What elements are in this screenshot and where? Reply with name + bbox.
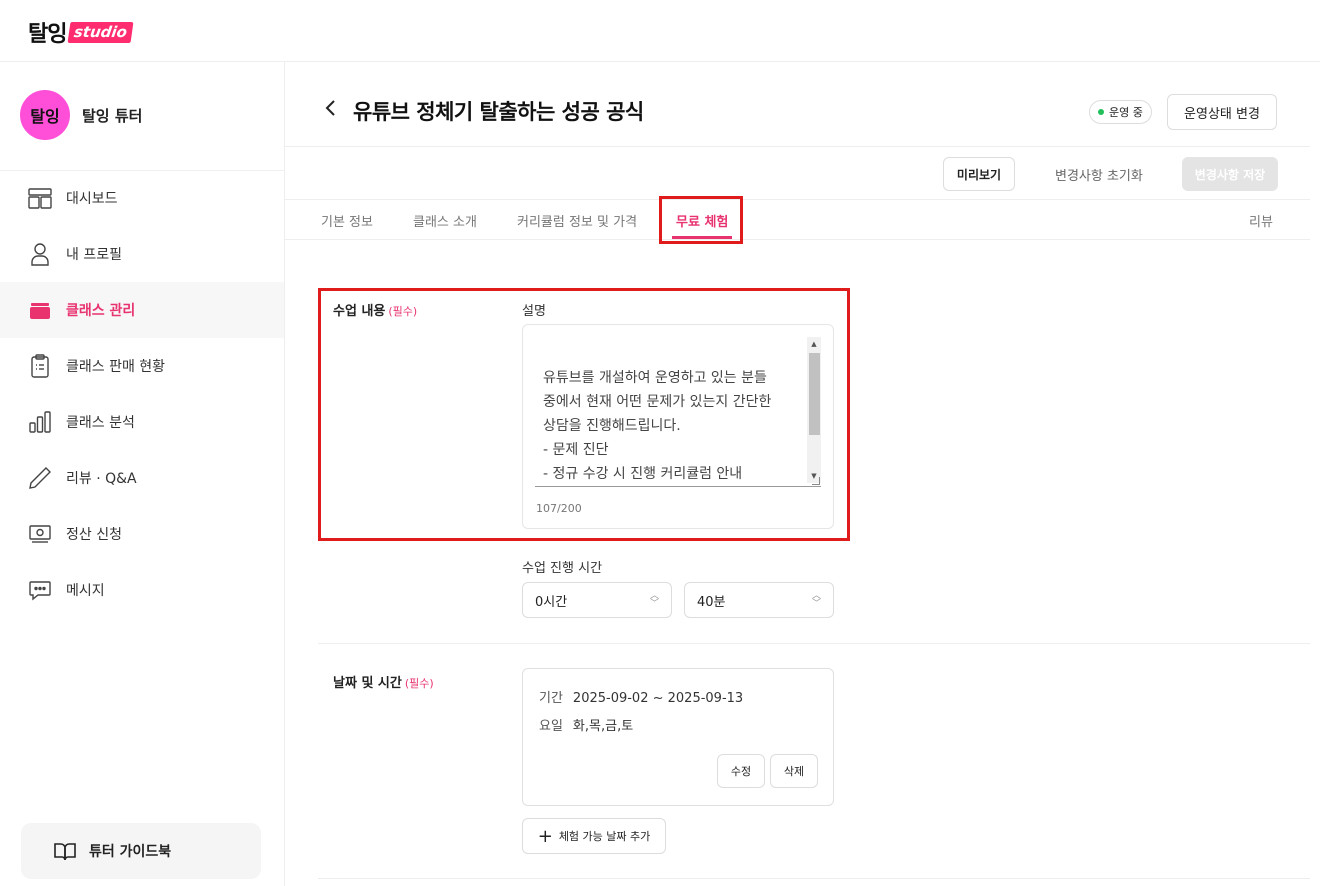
main-content: 유튜브 정체기 탈출하는 성공 공식 운영 중 운영상태 변경 미리보기 변경사… <box>285 62 1320 886</box>
plus-icon: + <box>537 825 553 847</box>
sidebar-item-label: 클래스 분석 <box>66 415 135 431</box>
preview-button[interactable]: 미리보기 <box>943 157 1015 191</box>
tab-basic-info[interactable]: 기본 정보 <box>321 211 373 230</box>
tab-bar: 기본 정보 클래스 소개 커리큘럼 정보 및 가격 무료 체험 리뷰 <box>285 200 1310 240</box>
tab-curriculum-price[interactable]: 커리큘럼 정보 및 가격 <box>517 211 637 230</box>
hours-value: 0시간 <box>535 594 568 610</box>
page-title: 유튜브 정체기 탈출하는 성공 공식 <box>353 100 644 124</box>
tab-review[interactable]: 리뷰 <box>1249 211 1273 230</box>
profile-name: 탈잉 튜터 <box>82 106 143 125</box>
sidebar-item-review-qna[interactable]: 리뷰 · Q&A <box>0 450 284 506</box>
clipboard-icon <box>28 354 52 378</box>
resize-handle-icon[interactable] <box>812 477 820 485</box>
folder-icon <box>28 298 52 322</box>
description-box: 유튜브를 개설하여 운영하고 있는 분들 중에서 현재 어떤 문제가 있는지 간… <box>522 324 834 529</box>
add-trial-date-button[interactable]: + 체험 가능 날짜 추가 <box>522 818 666 854</box>
updown-chevron-icon: ︿ ﹀ <box>811 591 821 609</box>
logo-main-text: 탈잉 <box>28 22 67 47</box>
section-divider <box>318 643 1310 644</box>
sidebar-item-label: 정산 신청 <box>66 527 122 543</box>
studio-logo[interactable]: 탈잉 studio <box>28 16 134 48</box>
action-bar: 미리보기 변경사항 초기화 변경사항 저장 <box>285 148 1310 200</box>
duration-label: 수업 진행 시간 <box>522 561 603 576</box>
sidebar-nav: 대시보드 내 프로필 클래스 관리 클래스 판매 현황 클래스 분석 리뷰 · … <box>0 170 284 618</box>
sidebar-item-analytics[interactable]: 클래스 분석 <box>0 394 284 450</box>
sidebar-item-messages[interactable]: 메시지 <box>0 562 284 618</box>
sidebar-item-label: 클래스 관리 <box>66 303 136 319</box>
delete-button[interactable]: 삭제 <box>770 754 818 788</box>
sidebar-item-dashboard[interactable]: 대시보드 <box>0 170 284 226</box>
bar-chart-icon <box>28 410 52 434</box>
sidebar-item-label: 내 프로필 <box>66 247 122 263</box>
sidebar-item-label: 리뷰 · Q&A <box>66 471 137 487</box>
user-icon <box>28 242 52 266</box>
tutor-profile[interactable]: 탈잉 탈잉 튜터 <box>20 90 142 140</box>
reset-changes-button[interactable]: 변경사항 초기화 <box>1055 157 1143 191</box>
class-content-label-text: 수업 내용 <box>333 304 386 319</box>
add-button-label: 체험 가능 날짜 추가 <box>558 830 651 843</box>
required-mark: (필수) <box>388 305 418 318</box>
schedule-card: 기간 2025-09-02 ~ 2025-09-13 요일 화,목,금,토 수정 삭… <box>522 668 834 806</box>
sidebar-item-label: 메시지 <box>66 583 105 599</box>
days-row: 요일 화,목,금,토 <box>539 715 633 734</box>
class-content-label: 수업 내용 (필수) <box>333 300 417 319</box>
period-key: 기간 <box>539 691 563 706</box>
change-status-button[interactable]: 운영상태 변경 <box>1167 94 1277 130</box>
status-badge: 운영 중 <box>1089 100 1152 124</box>
period-value: 2025-09-02 ~ 2025-09-13 <box>572 691 744 706</box>
required-mark: (필수) <box>404 677 434 690</box>
minutes-value: 40분 <box>697 594 726 610</box>
sidebar-item-label: 클래스 판매 현황 <box>66 359 166 375</box>
scroll-thumb[interactable] <box>809 353 820 435</box>
tab-free-trial[interactable]: 무료 체험 <box>676 211 728 230</box>
updown-chevron-icon: ︿ ﹀ <box>649 591 659 609</box>
active-tab-indicator <box>672 236 732 239</box>
status-dot-icon <box>1098 109 1104 115</box>
back-arrow-icon[interactable] <box>321 98 341 118</box>
hours-select[interactable]: 0시간 ︿ ﹀ <box>522 582 672 618</box>
sidebar-item-label: 대시보드 <box>66 191 118 207</box>
minutes-select[interactable]: 40분 ︿ ﹀ <box>684 582 834 618</box>
section-divider <box>318 878 1310 879</box>
sidebar-item-sales[interactable]: 클래스 판매 현황 <box>0 338 284 394</box>
logo-studio-badge: studio <box>68 21 134 43</box>
status-text: 운영 중 <box>1109 106 1143 119</box>
sidebar-item-class-management[interactable]: 클래스 관리 <box>0 282 284 338</box>
char-count: 107/200 <box>536 502 582 515</box>
textarea-scrollbar[interactable]: ▲ ▼ <box>807 337 821 483</box>
cash-icon <box>28 522 52 546</box>
book-icon <box>53 839 77 863</box>
period-row: 기간 2025-09-02 ~ 2025-09-13 <box>539 687 743 706</box>
dashboard-icon <box>28 186 52 210</box>
description-text: 유튜브를 개설하여 운영하고 있는 분들 중에서 현재 어떤 문제가 있는지 간… <box>543 370 772 482</box>
description-label: 설명 <box>522 304 546 319</box>
page-header: 유튜브 정체기 탈출하는 성공 공식 운영 중 운영상태 변경 <box>285 62 1310 147</box>
guide-label: 튜터 가이드북 <box>89 844 172 860</box>
chat-bubble-icon <box>28 578 52 602</box>
days-value: 화,목,금,토 <box>572 719 634 734</box>
date-time-label: 날짜 및 시간 (필수) <box>333 672 434 691</box>
tutor-guidebook-button[interactable]: 튜터 가이드북 <box>21 823 261 879</box>
avatar: 탈잉 <box>20 90 70 140</box>
sidebar-item-settlement[interactable]: 정산 신청 <box>0 506 284 562</box>
save-changes-button[interactable]: 변경사항 저장 <box>1182 157 1278 191</box>
top-bar: 탈잉 studio <box>0 0 1320 62</box>
edit-button[interactable]: 수정 <box>717 754 765 788</box>
sidebar: 탈잉 탈잉 튜터 대시보드 내 프로필 클래스 관리 클래스 판매 현황 클래스… <box>0 62 285 886</box>
date-time-label-text: 날짜 및 시간 <box>333 676 402 691</box>
sidebar-item-profile[interactable]: 내 프로필 <box>0 226 284 282</box>
pencil-icon <box>28 466 52 490</box>
description-textarea[interactable]: 유튜브를 개설하여 운영하고 있는 분들 중에서 현재 어떤 문제가 있는지 간… <box>535 337 821 487</box>
scroll-up-icon[interactable]: ▲ <box>807 337 821 351</box>
days-key: 요일 <box>539 719 563 734</box>
tab-class-intro[interactable]: 클래스 소개 <box>413 211 477 230</box>
